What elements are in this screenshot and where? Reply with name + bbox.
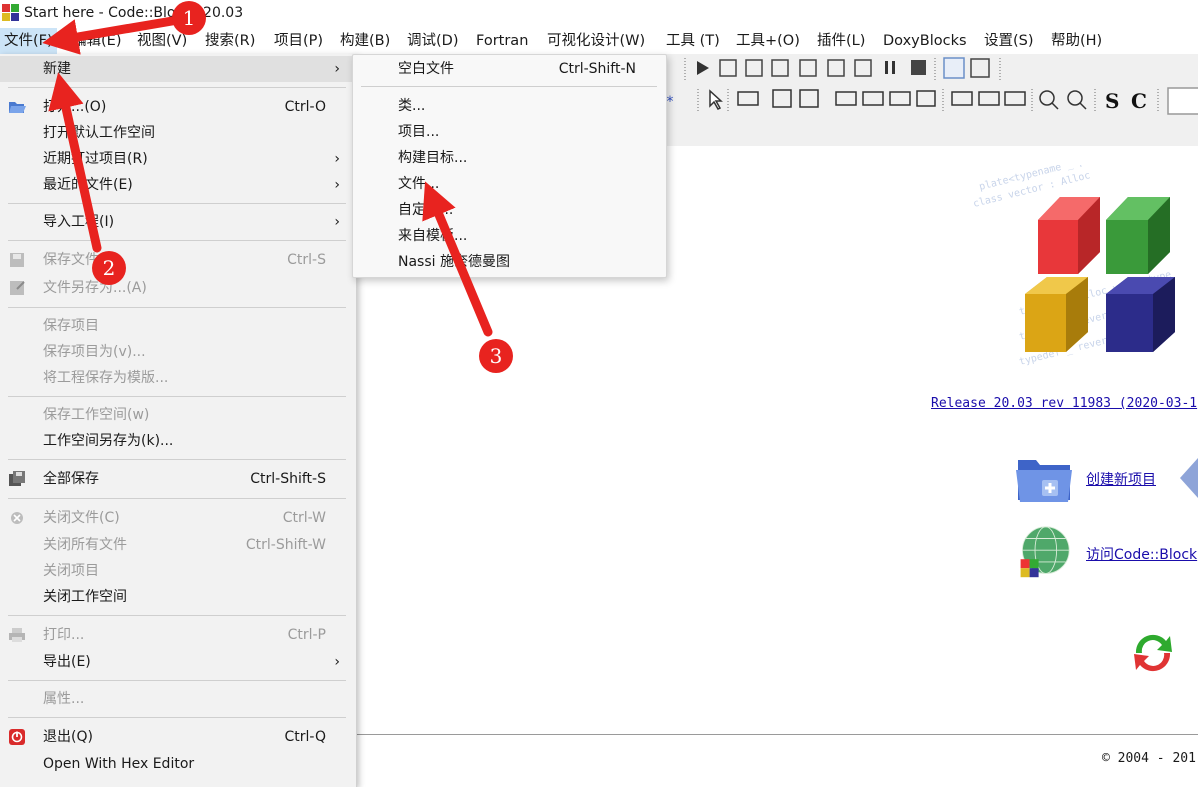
file-menu-item-open-hex-editor[interactable]: Open With Hex Editor xyxy=(0,751,356,777)
info-icon xyxy=(970,58,990,78)
sizer-v-icon xyxy=(862,91,884,106)
file-menu-item-recent-files[interactable]: 最近的文件(E) › xyxy=(0,172,356,198)
file-menu-item-exit[interactable]: 退出(Q) Ctrl-Q xyxy=(0,724,356,750)
printer-icon xyxy=(9,628,25,642)
zoom-out-icon xyxy=(1067,90,1083,106)
designer-toolbar: .* S C xyxy=(662,87,1198,115)
s-tool-icon: S xyxy=(1105,89,1119,113)
new-submenu-item-empty-file[interactable]: 空白文件 Ctrl-Shift-N xyxy=(353,56,666,82)
file-menu-item-close-all-files[interactable]: 关闭所有文件 Ctrl-Shift-W xyxy=(0,532,356,558)
gridbag-icon xyxy=(916,90,936,107)
menu-separator xyxy=(8,87,346,88)
step-out-icon xyxy=(799,59,817,77)
file-menu-item-close-file[interactable]: 关闭文件(C) Ctrl-W xyxy=(0,505,356,531)
new-submenu: 空白文件 Ctrl-Shift-N 类... 项目... 构建目标... 文件.… xyxy=(352,54,667,278)
menu-separator xyxy=(8,717,346,718)
file-menu-item-recent-projects[interactable]: 近期打过项目(R) › xyxy=(0,146,356,172)
run-to-cursor-icon xyxy=(719,59,737,77)
new-submenu-item-custom[interactable]: 自定义... xyxy=(353,197,666,223)
new-submenu-item-project[interactable]: 项目... xyxy=(353,119,666,145)
annotation-step-3: 3 xyxy=(479,339,513,373)
copyright-text: © 2004 - 201 xyxy=(1102,751,1196,766)
save-all-icon xyxy=(9,471,25,486)
create-new-project-link[interactable]: 创建新项目 xyxy=(1086,469,1156,489)
panel-tool-icon xyxy=(737,91,759,106)
file-menu-item-save-workspace[interactable]: 保存工作空间(w) xyxy=(0,402,356,428)
pointer-tool-icon xyxy=(709,89,723,110)
file-menu-item-export[interactable]: 导出(E) › xyxy=(0,649,356,675)
flexgrid-tool-icon xyxy=(799,89,819,108)
release-link[interactable]: Release 20.03 rev 11983 (2020-03-1 xyxy=(931,396,1197,411)
menu-separator xyxy=(8,498,346,499)
sizer-h-icon xyxy=(835,91,857,106)
annotation-step-2: 2 xyxy=(92,251,126,285)
menu-separator xyxy=(8,203,346,204)
new-project-folder-icon[interactable] xyxy=(1014,450,1074,504)
save-disk-icon xyxy=(10,253,24,267)
pause-icon-bar2 xyxy=(892,61,895,74)
new-submenu-item-from-template[interactable]: 来自模板... xyxy=(353,223,666,249)
exit-power-icon xyxy=(9,729,25,745)
start-page-divider xyxy=(356,734,1198,735)
grid-tool-icon xyxy=(772,89,792,108)
menu-separator xyxy=(8,307,346,308)
file-menu-item-print[interactable]: 打印... Ctrl-P xyxy=(0,622,356,648)
pause-icon-bar1 xyxy=(885,61,888,74)
refresh-icon[interactable] xyxy=(1126,626,1180,680)
submenu-arrow-icon: › xyxy=(334,214,340,230)
file-menu-item-new[interactable]: 新建 › xyxy=(0,56,356,82)
debug-toolbar xyxy=(684,57,1001,80)
menu-separator xyxy=(361,86,657,87)
file-menu-item-close-workspace[interactable]: 关闭工作空间 xyxy=(0,584,356,610)
step-into-instruction-icon xyxy=(854,59,872,77)
step-into-icon xyxy=(771,59,789,77)
file-menu-item-save-project[interactable]: 保存项目 xyxy=(0,313,356,339)
menu-separator xyxy=(8,615,346,616)
file-menu-item-save-file-as[interactable]: 文件另存为...(A) xyxy=(0,275,356,301)
file-menu-item-save-project-as[interactable]: 保存项目为(v)... xyxy=(0,339,356,365)
menu-separator xyxy=(8,396,346,397)
file-menu-item-close-project[interactable]: 关闭项目 xyxy=(0,558,356,584)
toolbar-combo xyxy=(1167,87,1198,115)
file-menu-item-save-file[interactable]: 保存文件 Ctrl-S xyxy=(0,247,356,273)
stop-debug-icon xyxy=(911,60,926,75)
new-submenu-item-file[interactable]: 文件... xyxy=(353,171,666,197)
new-submenu-item-build-target[interactable]: 构建目标... xyxy=(353,145,666,171)
file-menu-item-import-project[interactable]: 导入工程(I) › xyxy=(0,209,356,235)
zoom-in-icon xyxy=(1039,90,1055,106)
submenu-arrow-icon: › xyxy=(334,151,340,167)
file-menu-dropdown: 新建 › 打开...(O) Ctrl-O 打开默认工作空间 近期打过项目(R) … xyxy=(0,54,357,787)
codeblocks-logo-icon xyxy=(1025,197,1175,352)
menu-separator xyxy=(8,459,346,460)
file-menu-item-open[interactable]: 打开...(O) Ctrl-O xyxy=(0,94,356,120)
new-submenu-item-class[interactable]: 类... xyxy=(353,93,666,119)
menu-separator xyxy=(8,240,346,241)
open-folder-icon xyxy=(9,102,26,113)
submenu-arrow-icon: › xyxy=(334,177,340,193)
file-menu-item-save-workspace-as[interactable]: 工作空间另存为(k)... xyxy=(0,428,356,454)
c-tool-icon: C xyxy=(1131,89,1147,113)
spacer-icon xyxy=(951,91,973,106)
save-as-icon xyxy=(10,281,25,295)
file-menu-item-properties[interactable]: 属性... xyxy=(0,686,356,712)
submenu-arrow-icon: › xyxy=(334,61,340,77)
debug-windows-icon xyxy=(943,57,965,79)
next-instruction-icon xyxy=(827,59,845,77)
file-menu-item-open-default-workspace[interactable]: 打开默认工作空间 xyxy=(0,120,356,146)
debug-run-icon xyxy=(697,61,709,75)
close-file-icon xyxy=(11,512,23,524)
new-submenu-item-nassi-shneiderman[interactable]: Nassi 施奈德曼图 xyxy=(353,249,666,275)
menu-separator xyxy=(8,680,346,681)
submenu-arrow-icon: › xyxy=(334,654,340,670)
border-left-icon xyxy=(978,91,1000,106)
visit-codeblocks-link[interactable]: 访问Code::Block xyxy=(1086,544,1197,564)
file-menu-item-save-as-template[interactable]: 将工程保存为模版... xyxy=(0,365,356,391)
globe-icon[interactable] xyxy=(1014,525,1074,579)
static-box-icon xyxy=(889,91,911,106)
open-project-icon[interactable] xyxy=(1180,458,1198,498)
border-right-icon xyxy=(1004,91,1026,106)
file-menu-item-save-all[interactable]: 全部保存 Ctrl-Shift-S xyxy=(0,466,356,492)
next-line-icon xyxy=(745,59,763,77)
annotation-step-1: 1 xyxy=(172,1,206,35)
